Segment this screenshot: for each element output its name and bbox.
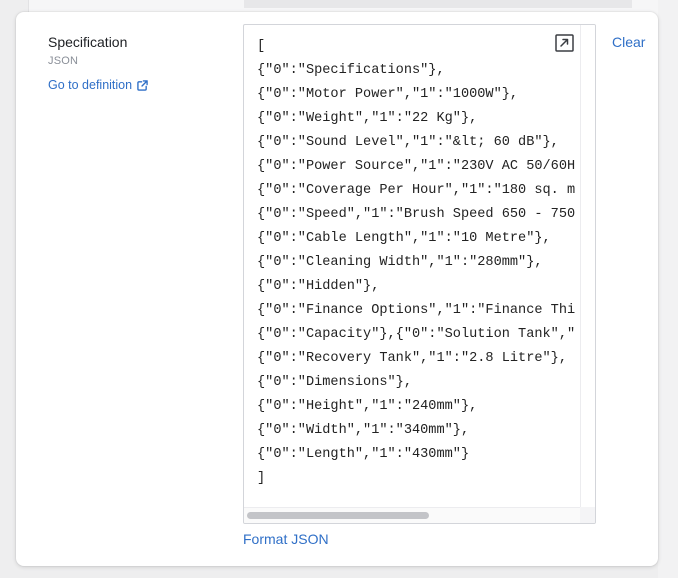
code-line: {"0":"Coverage Per Hour","1":"180 sq. m xyxy=(257,183,576,198)
horizontal-scrollbar[interactable] xyxy=(244,507,582,523)
field-label: Specification xyxy=(48,34,128,50)
code-line: {"0":"Cable Length","1":"10 Metre"}, xyxy=(257,231,551,246)
code-line: {"0":"Height","1":"240mm"}, xyxy=(257,399,478,414)
vertical-scrollbar[interactable] xyxy=(580,25,595,508)
json-code-area[interactable]: [ {"0":"Specifications"}, {"0":"Motor Powe… xyxy=(257,35,582,505)
code-line: {"0":"Hidden"}, xyxy=(257,279,380,294)
background-field-bar xyxy=(244,0,632,8)
go-to-definition-label: Go to definition xyxy=(48,78,133,92)
code-line: {"0":"Motor Power","1":"1000W"}, xyxy=(257,87,519,102)
code-line: {"0":"Recovery Tank","1":"2.8 Litre"}, xyxy=(257,351,567,366)
go-to-definition-link[interactable]: Go to definition xyxy=(48,77,148,93)
code-line: {"0":"Specifications"}, xyxy=(257,63,445,78)
expand-editor-button[interactable] xyxy=(553,33,575,53)
code-line: {"0":"Speed","1":"Brush Speed 650 - 750 xyxy=(257,207,576,222)
field-type: JSON xyxy=(48,55,79,67)
expand-icon xyxy=(554,34,574,52)
format-json-button[interactable]: Format JSON xyxy=(243,531,329,548)
code-line: {"0":"Cleaning Width","1":"280mm"}, xyxy=(257,255,543,270)
background-edge xyxy=(658,0,678,578)
code-line: {"0":"Finance Options","1":"Finance Thi xyxy=(257,303,576,318)
code-line: {"0":"Sound Level","1":"&lt; 60 dB"}, xyxy=(257,135,559,150)
code-line: {"0":"Capacity"},{"0":"Solution Tank"," xyxy=(257,327,576,342)
code-line: {"0":"Weight","1":"22 Kg"}, xyxy=(257,111,478,126)
code-line: [ xyxy=(257,39,266,54)
external-link-icon xyxy=(137,79,148,91)
field-card: Specification JSON Go to definition [ {"0… xyxy=(16,12,658,566)
code-line: ] xyxy=(257,471,266,486)
json-editor[interactable]: [ {"0":"Specifications"}, {"0":"Motor Powe… xyxy=(243,24,596,524)
code-line: {"0":"Length","1":"430mm"} xyxy=(257,447,470,462)
code-line: {"0":"Power Source","1":"230V AC 50/60H xyxy=(257,159,576,174)
clear-button[interactable]: Clear xyxy=(612,34,645,51)
code-line: {"0":"Width","1":"340mm"}, xyxy=(257,423,470,438)
horizontal-scrollbar-thumb[interactable] xyxy=(247,512,429,519)
code-line: {"0":"Dimensions"}, xyxy=(257,375,412,390)
scrollbar-corner xyxy=(580,507,595,523)
